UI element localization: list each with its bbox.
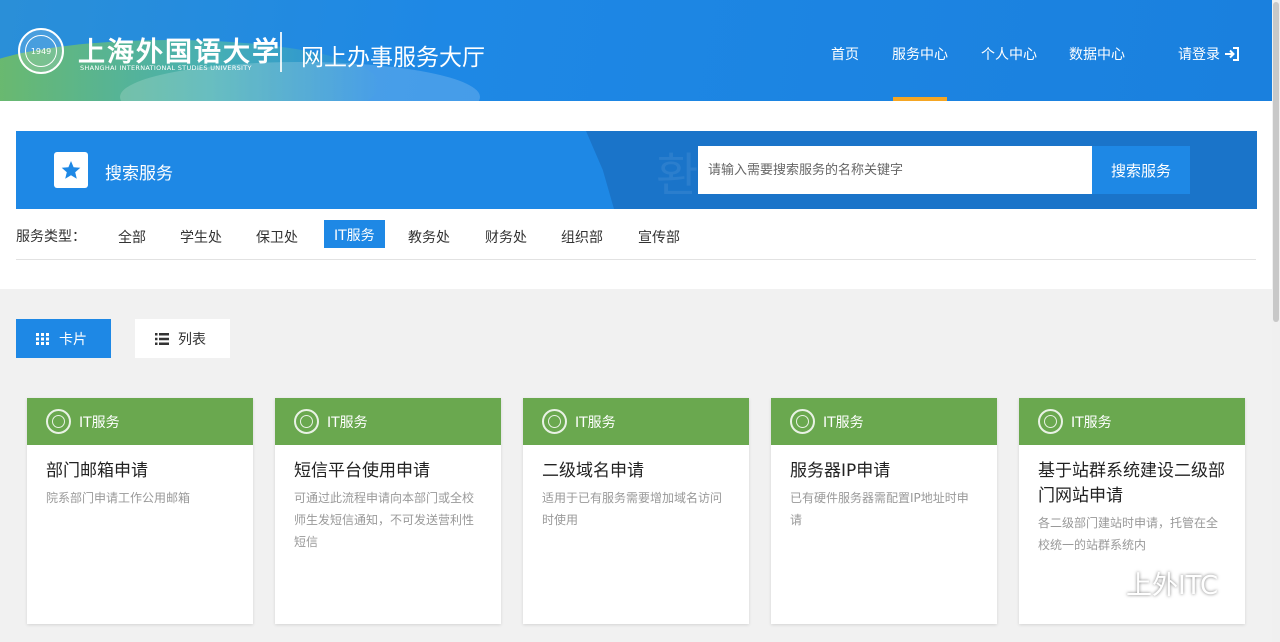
filter-type-it-service[interactable]: IT服务 [324, 220, 385, 248]
service-card-sms-platform[interactable]: IT服务 短信平台使用申请 可通过此流程申请向本部门或全校师生发短信通知，不可发… [275, 398, 501, 624]
filter-type-student-office[interactable]: 学生处 [180, 227, 222, 247]
seal-year: 1949 [25, 35, 57, 67]
card-title: 服务器IP申请 [790, 461, 891, 481]
logo-divider [280, 32, 282, 72]
card-tag: IT服务 [575, 414, 616, 431]
list-view-button[interactable]: 列表 [135, 319, 230, 358]
wechat-watermark: 上外ITC [1066, 563, 1218, 603]
card-description: 已有硬件服务器需配置IP地址时申请 [790, 491, 969, 527]
search-banner-label: 搜索服务 [105, 164, 173, 184]
filter-type-publicity[interactable]: 宣传部 [638, 227, 680, 247]
filter-type-all[interactable]: 全部 [118, 227, 146, 247]
nav-data-center[interactable]: 数据中心 [1069, 44, 1125, 64]
university-seal-icon [542, 409, 567, 434]
filter-type-academic-affairs[interactable]: 教务处 [408, 227, 450, 247]
card-description: 可通过此流程申请向本部门或全校师生发短信通知，不可发送营利性短信 [294, 491, 475, 549]
card-header: IT服务 [523, 398, 749, 445]
university-seal-icon[interactable]: 1949 [18, 28, 64, 74]
star-bookmark-icon [54, 152, 88, 188]
card-title: 二级域名申请 [542, 461, 644, 481]
nav-personal-center[interactable]: 个人中心 [981, 44, 1037, 64]
search-input[interactable] [698, 146, 1092, 194]
filter-type-security-office[interactable]: 保卫处 [256, 227, 298, 247]
card-header: IT服务 [771, 398, 997, 445]
filter-type-organization[interactable]: 组织部 [561, 227, 603, 247]
service-card-subdomain[interactable]: IT服务 二级域名申请 适用于已有服务需要增加域名访问时使用 [523, 398, 749, 624]
nav-service-center[interactable]: 服务中心 [892, 44, 948, 64]
card-tag: IT服务 [327, 414, 368, 431]
login-link[interactable]: 请登录 [1178, 44, 1240, 64]
university-seal-icon [46, 409, 71, 434]
scrollbar-thumb[interactable] [1273, 2, 1279, 322]
card-title: 基于站群系统建设二级部门网站申请 [1038, 461, 1225, 506]
card-tag: IT服务 [79, 414, 120, 431]
card-header: IT服务 [275, 398, 501, 445]
card-header: IT服务 [1019, 398, 1245, 445]
login-icon [1225, 47, 1239, 61]
site-title: 网上办事服务大厅 [301, 45, 485, 71]
wechat-icon [1067, 564, 1116, 601]
university-seal-icon [790, 409, 815, 434]
card-tag: IT服务 [823, 414, 864, 431]
card-tag: IT服务 [1071, 414, 1112, 431]
card-description: 院系部门申请工作公用邮箱 [46, 491, 191, 505]
nav-home[interactable]: 首页 [831, 44, 859, 64]
grid-icon [36, 332, 49, 345]
list-view-label: 列表 [178, 331, 206, 348]
service-card-server-ip[interactable]: IT服务 服务器IP申请 已有硬件服务器需配置IP地址时申请 [771, 398, 997, 624]
card-title: 短信平台使用申请 [294, 461, 430, 481]
university-name-en: SHANGHAI INTERNATIONAL STUDIES UNIVERSIT… [80, 64, 252, 72]
card-view-label: 卡片 [59, 331, 87, 348]
filter-divider [16, 259, 1256, 260]
card-view-button[interactable]: 卡片 [16, 319, 111, 358]
card-header: IT服务 [27, 398, 253, 445]
service-type-label: 服务类型： [16, 229, 86, 245]
card-description: 各二级部门建站时申请，托管在全校统一的站群系统内 [1038, 516, 1219, 552]
login-label: 请登录 [1178, 47, 1220, 63]
university-seal-icon [1038, 409, 1063, 434]
watermark-text: 上外ITC [1126, 570, 1219, 601]
service-card-dept-email[interactable]: IT服务 部门邮箱申请 院系部门申请工作公用邮箱 [27, 398, 253, 624]
card-title: 部门邮箱申请 [46, 461, 148, 481]
search-button[interactable]: 搜索服务 [1092, 146, 1190, 194]
card-description: 适用于已有服务需要增加域名访问时使用 [542, 491, 723, 527]
page-scrollbar[interactable] [1272, 0, 1280, 642]
list-icon [155, 332, 169, 345]
university-seal-icon [294, 409, 319, 434]
filter-type-finance[interactable]: 财务处 [485, 227, 527, 247]
